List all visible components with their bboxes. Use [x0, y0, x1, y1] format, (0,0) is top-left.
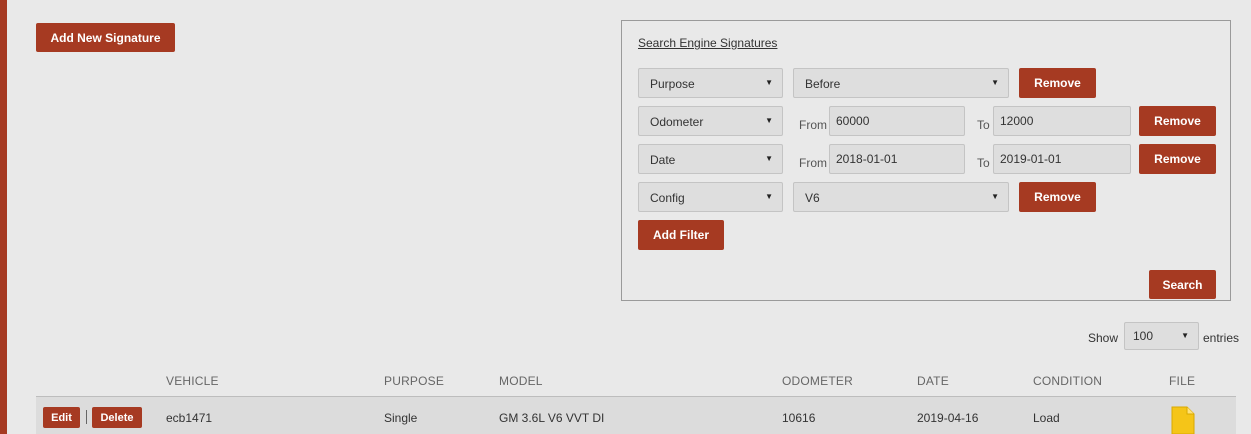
search-button[interactable]: Search [1149, 270, 1216, 299]
filter-field-select-odometer[interactable]: Odometer ▼ [638, 106, 783, 136]
caret-down-icon: ▼ [765, 192, 773, 201]
cell-purpose: Single [384, 411, 418, 425]
filter-field-select-purpose[interactable]: Purpose ▼ [638, 68, 783, 98]
left-accent-bar [0, 0, 7, 434]
from-label: From [799, 156, 827, 170]
to-label: To [977, 118, 990, 132]
cell-model: GM 3.6L V6 VVT DI [499, 411, 605, 425]
search-panel: Search Engine Signatures Purpose ▼ Befor… [621, 20, 1231, 301]
date-from-input[interactable]: 2018-01-01 [829, 144, 965, 174]
filter-field-select-config[interactable]: Config ▼ [638, 182, 783, 212]
column-header-date[interactable]: DATE [917, 374, 949, 388]
add-new-signature-button[interactable]: Add New Signature [36, 23, 175, 52]
column-header-odometer[interactable]: ODOMETER [782, 374, 853, 388]
cell-odometer: 10616 [782, 411, 816, 425]
show-label: Show [1088, 331, 1119, 345]
column-header-model[interactable]: MODEL [499, 374, 543, 388]
action-separator [86, 410, 87, 424]
filter-field-value: Purpose [650, 77, 695, 91]
from-label: From [799, 118, 827, 132]
column-header-condition[interactable]: CONDITION [1033, 374, 1102, 388]
date-to-value: 2019-01-01 [1000, 152, 1062, 166]
cell-condition: Load [1033, 411, 1060, 425]
file-icon[interactable] [1171, 406, 1195, 434]
add-filter-button[interactable]: Add Filter [638, 220, 724, 250]
odometer-to-value: 12000 [1000, 114, 1034, 128]
caret-down-icon: ▼ [765, 154, 773, 163]
filter-field-select-date[interactable]: Date ▼ [638, 144, 783, 174]
filter-value: V6 [805, 191, 820, 205]
page-size-select[interactable]: 100 ▼ [1124, 322, 1199, 350]
remove-filter-button-odometer[interactable]: Remove [1139, 106, 1216, 136]
cell-date: 2019-04-16 [917, 411, 979, 425]
column-header-file[interactable]: FILE [1169, 374, 1195, 388]
to-label: To [977, 156, 990, 170]
date-to-input[interactable]: 2019-01-01 [993, 144, 1131, 174]
filter-value-select-config[interactable]: V6 ▼ [793, 182, 1009, 212]
column-header-vehicle[interactable]: VEHICLE [166, 374, 219, 388]
remove-filter-button-date[interactable]: Remove [1139, 144, 1216, 174]
filter-value: Before [805, 77, 841, 91]
caret-down-icon: ▼ [765, 78, 773, 87]
column-header-purpose[interactable]: PURPOSE [384, 374, 444, 388]
page-size-value: 100 [1133, 329, 1154, 343]
edit-button[interactable]: Edit [43, 407, 80, 428]
entries-label: entries [1203, 331, 1240, 345]
odometer-to-input[interactable]: 12000 [993, 106, 1131, 136]
filter-field-value: Odometer [650, 115, 704, 129]
caret-down-icon: ▼ [1181, 331, 1189, 340]
filter-field-value: Config [650, 191, 685, 205]
odometer-from-value: 60000 [836, 114, 870, 128]
date-from-value: 2018-01-01 [836, 152, 898, 166]
odometer-from-input[interactable]: 60000 [829, 106, 965, 136]
remove-filter-button-purpose[interactable]: Remove [1019, 68, 1096, 98]
filter-value-select-purpose[interactable]: Before ▼ [793, 68, 1009, 98]
caret-down-icon: ▼ [991, 192, 999, 201]
delete-button[interactable]: Delete [92, 407, 142, 428]
filter-field-value: Date [650, 153, 676, 167]
search-panel-title[interactable]: Search Engine Signatures [638, 36, 777, 50]
cell-vehicle: ecb1471 [166, 411, 213, 425]
caret-down-icon: ▼ [765, 116, 773, 125]
remove-filter-button-config[interactable]: Remove [1019, 182, 1096, 212]
caret-down-icon: ▼ [991, 78, 999, 87]
